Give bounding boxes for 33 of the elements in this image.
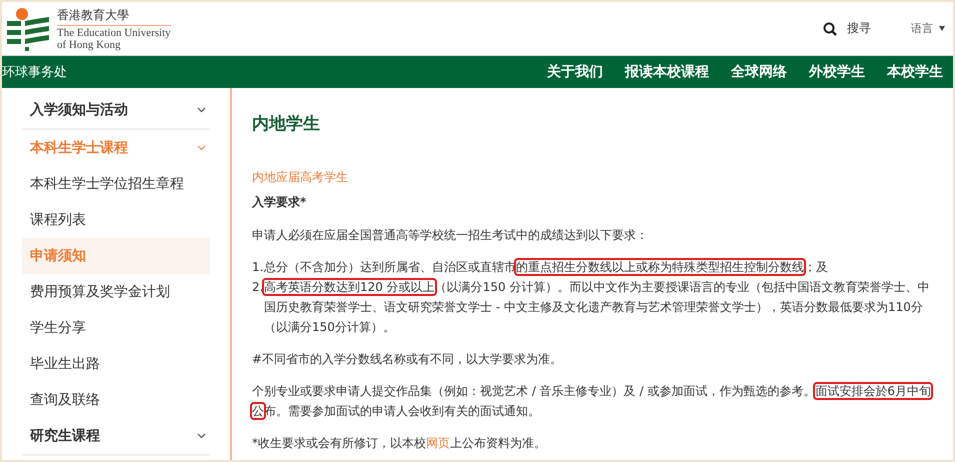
- requirement-item: 2.高考英语分数达到120 分或以上（以满分150 分计算）。而以中文作为主要授课语言的专业（包括中国语文教育荣誉学士、中国历史教育荣誉学士、语文研究荣誉文学士 - 中文主修及文化遗产教育与艺术管理荣誉文学士），英语分数最低要求为110分（以满分150分计算）。: [252, 279, 930, 336]
- nav-link[interactable]: 本校学生: [887, 63, 943, 81]
- site-title: 环球事务处: [2, 64, 67, 81]
- page-title: 内地学生: [252, 113, 321, 135]
- nav-link[interactable]: 外校学生: [809, 63, 865, 81]
- nav-link[interactable]: 全球网络: [731, 63, 787, 81]
- nav-link[interactable]: 报读本校课程: [625, 63, 709, 81]
- logo-english-name: of Hong Kong: [57, 38, 122, 50]
- requirement-item: 1.总分（不含加分）达到所属省、自治区或直辖市 的重点招生分数线以上或称为特殊类型招生控制分数线；及: [252, 259, 829, 276]
- sidebar-section[interactable]: 入学须知与活动: [22, 92, 210, 130]
- logo-english-name: The Education University: [57, 26, 171, 38]
- sidebar-item[interactable]: 查询及联络: [22, 382, 210, 418]
- logo-chinese-name: 香港教育大學: [57, 6, 171, 26]
- nav-link[interactable]: 关于我们: [547, 63, 603, 81]
- sidebar-section[interactable]: 研究生课程: [22, 418, 210, 456]
- chevron-down-icon: [197, 107, 206, 113]
- note-paragraph: #不同省市的入学分数线名称或有不同，以大学要求为准。: [252, 351, 564, 368]
- sidebar-item[interactable]: 毕业生出路: [22, 346, 210, 382]
- language-dropdown[interactable]: 语言: [911, 21, 945, 36]
- sidebar-item[interactable]: 学生分享: [22, 310, 210, 346]
- search-button[interactable]: 搜寻: [823, 20, 871, 37]
- sidebar-item[interactable]: 费用预算及奖学金计划: [22, 274, 210, 310]
- sidebar-item[interactable]: 课程列表: [22, 202, 210, 238]
- intro-paragraph: 申请人必须在应届全国普通高等学校统一招生考试中的成绩达到以下要求：: [252, 227, 649, 244]
- requirements-heading: 入学要求*: [252, 194, 308, 211]
- search-icon: [823, 22, 837, 36]
- footnote-paragraph: *收生要求或会有所修订，以本校网页上公布资料为准。: [252, 435, 547, 452]
- chevron-down-icon: [197, 145, 206, 151]
- caret-icon: [939, 26, 945, 31]
- chevron-down-icon: [197, 433, 206, 439]
- sidebar-item[interactable]: 本科生学士学位招生章程: [22, 166, 210, 202]
- section-subtitle: 内地应届高考学生: [252, 169, 349, 186]
- university-logo-icon: [5, 6, 51, 50]
